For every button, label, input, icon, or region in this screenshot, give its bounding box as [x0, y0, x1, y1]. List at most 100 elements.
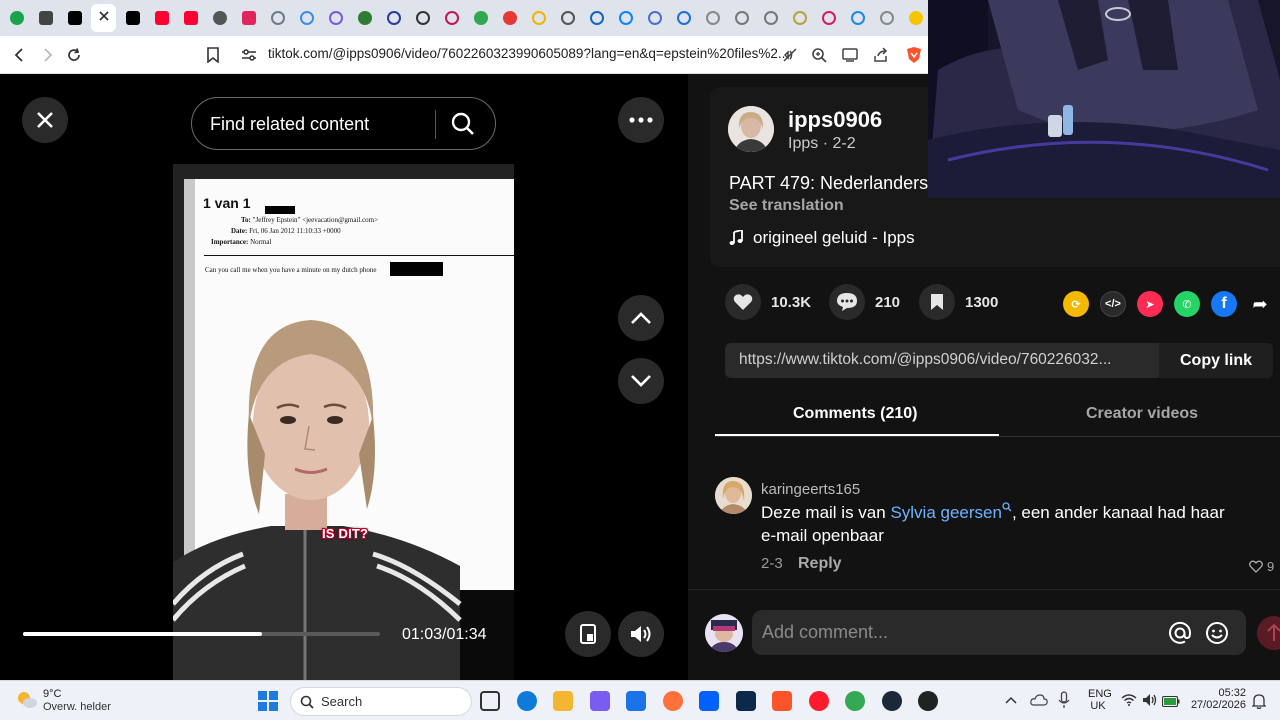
related-search-placeholder[interactable]: Find related content [210, 114, 369, 135]
forward-icon[interactable] [36, 44, 58, 66]
steam-icon[interactable] [881, 691, 902, 711]
back-icon[interactable] [9, 44, 31, 66]
browser-tab[interactable] [207, 4, 232, 32]
browser-tab[interactable] [816, 4, 841, 32]
video-progress-bar[interactable] [23, 632, 380, 636]
browser-tab[interactable] [294, 4, 319, 32]
weather-icon[interactable] [16, 690, 38, 715]
like-button[interactable]: 10.3K [725, 284, 811, 320]
creator-username[interactable]: ipps0906 [788, 107, 882, 133]
browser-tab[interactable] [903, 4, 928, 32]
zoom-icon[interactable] [809, 45, 829, 65]
weather-temperature[interactable]: 9°C [43, 688, 61, 700]
browser-tab[interactable] [381, 4, 406, 32]
browser-tab[interactable] [584, 4, 609, 32]
commenter-username[interactable]: karingeerts165 [761, 481, 860, 498]
edge-icon[interactable] [516, 691, 537, 711]
post-comment-button[interactable] [1257, 616, 1280, 650]
speaker-icon[interactable] [1142, 693, 1158, 712]
chrome-icon[interactable] [845, 691, 865, 711]
share-target-repost[interactable]: ⟳ [1063, 291, 1089, 317]
share-target-embed[interactable]: </> [1100, 291, 1126, 317]
browser-tab[interactable] [642, 4, 667, 32]
browser-tab[interactable] [149, 4, 174, 32]
tray-overflow-chevron-icon[interactable] [1005, 692, 1017, 707]
volume-button[interactable] [618, 611, 664, 657]
battery-icon[interactable] [1161, 694, 1180, 712]
opera-icon[interactable] [808, 691, 829, 711]
browser-tab[interactable] [439, 4, 464, 32]
emoji-icon[interactable] [1205, 621, 1229, 645]
search-icon[interactable] [450, 111, 476, 137]
taskbar-search[interactable]: Search [290, 687, 472, 716]
microphone-icon[interactable] [1058, 691, 1070, 714]
browser-tab[interactable] [120, 4, 145, 32]
reload-icon[interactable] [63, 44, 85, 66]
browser-tab[interactable] [323, 4, 348, 32]
mention-search-icon[interactable] [1002, 502, 1012, 512]
video-player[interactable]: 1 van 1 To: "Jeffrey Epstein" <jeevacati… [173, 164, 514, 680]
bookmark-icon[interactable] [202, 44, 224, 66]
see-translation-link[interactable]: See translation [729, 197, 844, 215]
comment-input[interactable]: Add comment... [752, 610, 1246, 655]
share-target-send[interactable]: ➤ [1137, 291, 1163, 317]
video-link-url[interactable]: https://www.tiktok.com/@ipps0906/video/7… [739, 351, 1111, 369]
browser-tab[interactable] [758, 4, 783, 32]
browser-tab[interactable] [468, 4, 493, 32]
wifi-icon[interactable] [1121, 693, 1137, 711]
tracking-off-icon[interactable] [780, 45, 800, 65]
share-target-whatsapp[interactable]: ✆ [1174, 291, 1200, 317]
browser-tab[interactable] [4, 4, 29, 32]
share-more-button[interactable]: ➦ [1247, 291, 1273, 317]
onedrive-icon[interactable] [1030, 693, 1048, 711]
tab-comments[interactable]: Comments (210) [793, 405, 917, 423]
browser-tab[interactable] [33, 4, 58, 32]
next-video-button[interactable] [618, 358, 664, 404]
previous-video-button[interactable] [618, 295, 664, 341]
browser-tab[interactable] [91, 4, 116, 32]
sound-link[interactable]: origineel geluid - Ipps [729, 228, 915, 248]
close-video-button[interactable] [22, 97, 68, 143]
current-user-avatar[interactable] [705, 614, 743, 652]
brave-icon[interactable] [772, 691, 792, 711]
share-target-facebook[interactable]: f [1211, 291, 1237, 317]
weather-description[interactable]: Overw. helder [43, 701, 111, 713]
floating-player-button[interactable] [565, 611, 611, 657]
comment-count-button[interactable]: 210 [829, 284, 900, 320]
comment-reply-button[interactable]: Reply [798, 555, 842, 573]
browser-tab[interactable] [236, 4, 261, 32]
clock[interactable]: 05:32 27/02/2026 [1190, 687, 1246, 711]
store-icon[interactable] [626, 691, 646, 711]
notification-bell-icon[interactable] [1251, 693, 1267, 714]
browser-tab[interactable] [729, 4, 754, 32]
browser-tab[interactable] [700, 4, 725, 32]
address-bar-url[interactable]: tiktok.com/@ipps0906/video/7602260323990… [268, 46, 789, 61]
browser-tab[interactable] [352, 4, 377, 32]
browser-tab[interactable] [555, 4, 580, 32]
task-view-icon[interactable] [480, 691, 500, 711]
browser-tab[interactable] [410, 4, 435, 32]
share-icon[interactable] [871, 45, 891, 65]
language-indicator[interactable]: ENG UK [1088, 688, 1112, 712]
firefox-icon[interactable] [662, 691, 683, 711]
tab-creator-videos[interactable]: Creator videos [1086, 405, 1198, 423]
site-info-icon[interactable] [238, 44, 260, 66]
file-explorer-icon[interactable] [553, 691, 573, 711]
browser-tab[interactable] [62, 4, 87, 32]
commenter-avatar[interactable] [715, 477, 752, 514]
mention-icon[interactable] [1168, 621, 1192, 645]
copy-link-button[interactable]: Copy link [1159, 343, 1273, 378]
install-app-icon[interactable] [840, 45, 860, 65]
browser-tab[interactable] [178, 4, 203, 32]
browser-tab[interactable] [265, 4, 290, 32]
comment-like-button[interactable]: 9 [1249, 559, 1274, 574]
comment-mention-link[interactable]: Sylvia geersen [890, 503, 1002, 522]
browser-tab[interactable] [845, 4, 870, 32]
related-search-bar[interactable]: Find related content [191, 97, 496, 150]
photoshop-icon[interactable] [735, 691, 756, 711]
save-button[interactable]: 1300 [919, 284, 998, 320]
brave-shield-icon[interactable] [904, 45, 924, 65]
taskbar-search-label[interactable]: Search [321, 694, 362, 709]
copilot-icon[interactable] [589, 691, 610, 711]
browser-tab[interactable] [787, 4, 812, 32]
